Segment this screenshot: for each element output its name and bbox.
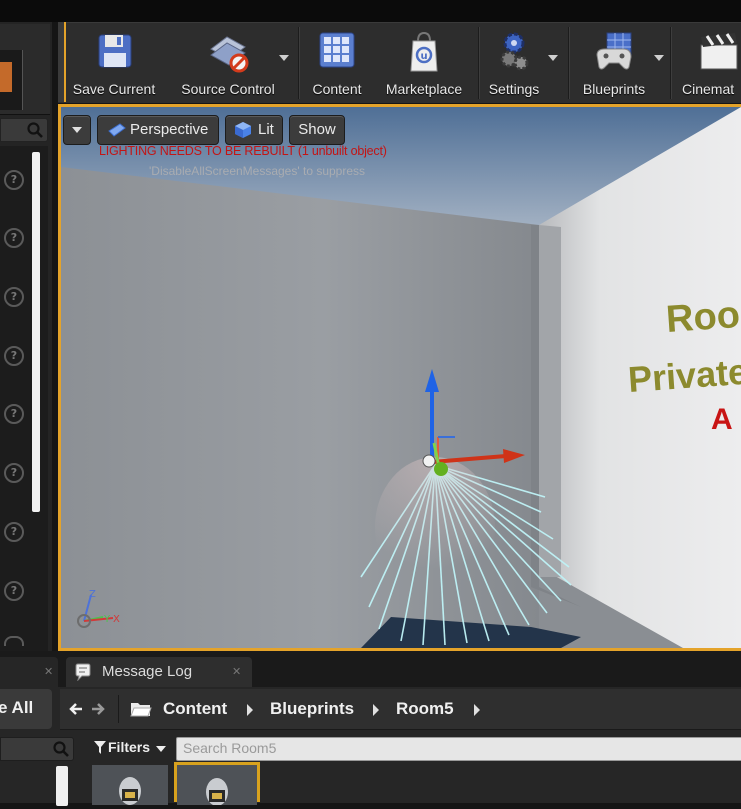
source-control-dropdown-icon[interactable] [279, 55, 289, 61]
toolbar-divider [478, 27, 480, 99]
tab-content-browser[interactable]: ✕ [0, 657, 58, 687]
left-search-box[interactable] [0, 118, 48, 142]
back-arrow-icon[interactable] [68, 701, 84, 717]
breadcrumb-arrow-icon[interactable] [247, 704, 253, 716]
breadcrumb-blueprints[interactable]: Blueprints [270, 699, 354, 719]
source-control-icon [210, 36, 249, 73]
asset-search-box[interactable] [176, 737, 741, 761]
marketplace-button[interactable]: u Marketplace [376, 23, 472, 103]
search-icon[interactable] [53, 741, 69, 757]
help-icon[interactable] [4, 636, 24, 646]
toolbar-divider [568, 27, 570, 99]
blueprints-gamepad-icon [596, 32, 632, 70]
content-button[interactable]: Content [304, 23, 370, 103]
cinematics-button[interactable]: Cinemat [678, 23, 741, 103]
content-grid-icon [319, 32, 355, 68]
settings-gears-icon [500, 32, 529, 71]
viewport-scene[interactable]: Room Private V A [61, 107, 741, 648]
save-all-button[interactable]: e All [0, 689, 52, 729]
help-icon[interactable]: ? [4, 228, 24, 248]
asset-thumbnail-selected[interactable] [174, 762, 260, 806]
help-icon[interactable]: ? [4, 287, 24, 307]
help-icon[interactable]: ? [4, 463, 24, 483]
search-icon[interactable] [27, 122, 43, 138]
wall-text-letter: A [711, 403, 733, 436]
help-icon[interactable]: ? [4, 581, 24, 601]
toolbar-divider [670, 27, 672, 99]
message-log-icon [75, 663, 91, 681]
settings-dropdown-icon[interactable] [548, 55, 558, 61]
show-button[interactable]: Show [289, 115, 345, 145]
forward-arrow-icon[interactable] [90, 701, 106, 717]
perspective-button[interactable]: Perspective [97, 115, 219, 145]
filter-funnel-icon [94, 741, 106, 754]
svg-text:u: u [421, 51, 428, 62]
lit-button[interactable]: Lit [225, 115, 283, 145]
perspective-label: Perspective [130, 121, 209, 138]
toolbar-divider [298, 27, 300, 99]
asset-preview-icon [177, 765, 257, 806]
left-scrollbar[interactable] [32, 152, 40, 512]
breadcrumb-arrow-icon[interactable] [373, 704, 379, 716]
level-viewport[interactable]: Room Private V A [61, 107, 741, 648]
nav-divider [118, 695, 119, 723]
blueprints-button[interactable]: Blueprints [574, 23, 654, 103]
close-icon[interactable]: ✕ [232, 665, 241, 678]
lighting-warning: LIGHTING NEEDS TO BE REBUILT (1 unbuilt … [99, 144, 387, 158]
sources-search-box[interactable] [0, 737, 74, 761]
help-icon[interactable]: ? [4, 522, 24, 542]
show-label: Show [298, 121, 336, 138]
lit-cube-icon [235, 122, 251, 138]
floppy-disk-icon [98, 34, 132, 68]
left-asset-thumbnail[interactable] [0, 50, 23, 110]
chevron-down-icon [72, 127, 82, 133]
filters-label: Filters [108, 739, 151, 755]
tab-message-log[interactable]: Message Log ✕ [66, 657, 252, 687]
clapperboard-icon [700, 33, 738, 70]
source-control-button[interactable]: Source Control [168, 23, 288, 103]
axis-y-label: Y [103, 614, 111, 625]
help-icon[interactable]: ? [4, 170, 24, 190]
title-strip [0, 0, 741, 22]
asset-preview-icon [92, 765, 168, 805]
filters-button[interactable]: Filters [88, 737, 172, 759]
suppress-hint: 'DisableAllScreenMessages' to suppress [149, 164, 366, 178]
viewport-options-button[interactable] [63, 115, 91, 145]
breadcrumb-arrow-icon[interactable] [474, 704, 480, 716]
breadcrumb-room5[interactable]: Room5 [396, 699, 454, 719]
perspective-icon [108, 123, 126, 137]
breadcrumb-content[interactable]: Content [163, 699, 227, 719]
blueprints-dropdown-icon[interactable] [654, 55, 664, 61]
left-details-list: ? ? ? ? ? ? ? ? [0, 146, 48, 652]
save-all-label: e All [0, 698, 34, 717]
settings-button[interactable]: Settings [482, 23, 546, 103]
axis-z-label: Z [89, 589, 96, 600]
main-toolbar: Save Current Source Control Content u Ma… [58, 22, 741, 103]
help-icon[interactable]: ? [4, 346, 24, 366]
save-current-button[interactable]: Save Current [66, 23, 162, 103]
close-icon[interactable]: ✕ [44, 665, 53, 678]
wall-text-room: Room [665, 292, 741, 341]
asset-search-input[interactable] [177, 738, 729, 758]
help-icon[interactable]: ? [4, 404, 24, 424]
asset-thumbnail[interactable] [92, 765, 168, 805]
lit-label: Lit [258, 121, 274, 138]
content-browser-nav: Content Blueprints Room5 [60, 689, 741, 730]
folder-icon [130, 703, 152, 717]
toolbar-grip[interactable] [58, 22, 66, 102]
chevron-down-icon [156, 746, 166, 752]
axis-x-label: X [113, 614, 120, 625]
sources-scrollbar[interactable] [56, 766, 68, 806]
message-log-label: Message Log [102, 663, 193, 680]
marketplace-bag-icon: u [410, 31, 438, 72]
